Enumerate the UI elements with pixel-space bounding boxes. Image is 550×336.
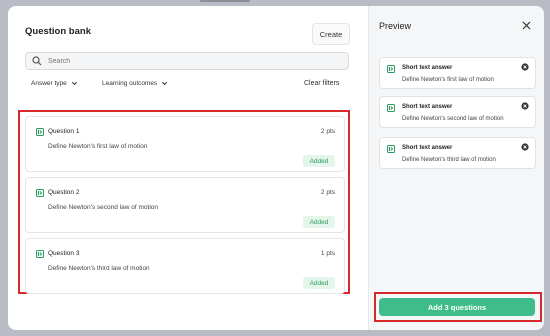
remove-circle-icon[interactable] — [521, 143, 529, 151]
add-questions-button[interactable]: Add 3 questions — [379, 298, 535, 316]
clear-filters-link[interactable]: Clear filters — [304, 80, 339, 87]
preview-item-1: Short text answer Define Newton's first … — [379, 57, 536, 89]
question-type-icon — [387, 104, 395, 112]
remove-circle-icon[interactable] — [521, 63, 529, 71]
question-card-1[interactable]: Question 1 2 pts Define Newton's first l… — [25, 116, 345, 172]
search-box[interactable] — [25, 52, 349, 70]
question-text: Define Newton's third law of motion — [48, 265, 150, 272]
filter-label: Answer type — [31, 80, 67, 87]
filter-answer-type[interactable]: Answer type — [31, 80, 78, 87]
question-card-3[interactable]: Question 3 1 pts Define Newton's third l… — [25, 238, 345, 294]
question-type-icon — [387, 65, 395, 73]
question-bank-panel: Question bank Create Answer type Learnin… — [8, 6, 368, 330]
added-badge: Added — [303, 155, 335, 167]
preview-item-text: Define Newton's third law of motion — [402, 157, 496, 163]
preview-item-3: Short text answer Define Newton's third … — [379, 137, 536, 169]
top-handle — [200, 0, 250, 2]
preview-item-type: Short text answer — [402, 145, 453, 151]
chevron-down-icon — [162, 81, 168, 86]
create-button[interactable]: Create — [312, 23, 350, 45]
filter-label: Learning outcomes — [102, 80, 158, 87]
question-title: Question 2 — [48, 189, 80, 196]
preview-item-type: Short text answer — [402, 65, 453, 71]
chevron-down-icon — [71, 81, 77, 86]
preview-item-text: Define Newton's first law of motion — [402, 77, 494, 83]
preview-item-type: Short text answer — [402, 104, 453, 110]
question-title: Question 1 — [48, 128, 80, 135]
question-card-2[interactable]: Question 2 2 pts Define Newton's second … — [25, 177, 345, 233]
question-text: Define Newton's second law of motion — [48, 204, 158, 211]
question-type-icon — [387, 145, 395, 153]
added-badge: Added — [303, 216, 335, 228]
question-text: Define Newton's first law of motion — [48, 143, 148, 150]
question-points: 2 pts — [320, 128, 335, 135]
search-icon — [32, 56, 42, 66]
question-type-icon — [36, 189, 44, 197]
close-icon[interactable] — [522, 21, 531, 30]
preview-item-text: Define Newton's second law of motion — [402, 116, 504, 122]
remove-circle-icon[interactable] — [521, 102, 529, 110]
preview-panel: Preview Short text answer Define Newton'… — [368, 6, 544, 330]
question-type-icon — [36, 250, 44, 258]
question-points: 2 pts — [320, 189, 335, 196]
filter-learning-outcomes[interactable]: Learning outcomes — [102, 80, 168, 87]
search-input[interactable] — [48, 57, 328, 65]
preview-item-2: Short text answer Define Newton's second… — [379, 96, 536, 128]
question-points: 1 pts — [320, 250, 335, 257]
panel-title: Question bank — [25, 26, 91, 37]
question-title: Question 3 — [48, 250, 80, 257]
preview-title: Preview — [379, 21, 412, 31]
question-bank-modal: Question bank Create Answer type Learnin… — [8, 6, 544, 330]
added-badge: Added — [303, 277, 335, 289]
question-type-icon — [36, 128, 44, 136]
